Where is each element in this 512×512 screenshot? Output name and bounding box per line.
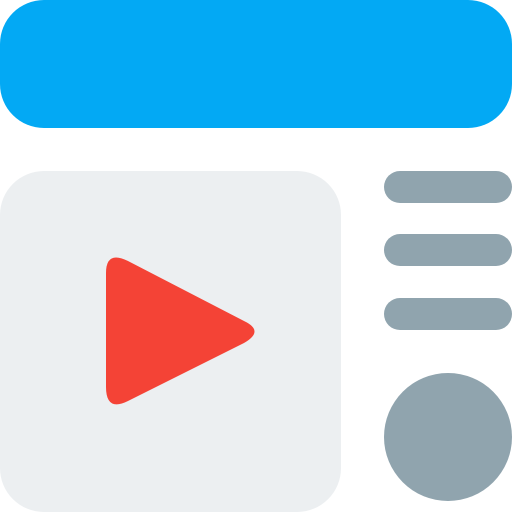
circle-avatar — [384, 373, 512, 501]
play-triangle — [106, 257, 255, 405]
header-bar — [0, 0, 512, 128]
play-icon[interactable] — [0, 171, 341, 512]
text-line-1 — [384, 171, 512, 203]
video-content-layout-icon — [0, 0, 512, 512]
text-line-3 — [384, 298, 512, 330]
video-panel[interactable] — [0, 171, 341, 512]
text-line-2 — [384, 234, 512, 266]
